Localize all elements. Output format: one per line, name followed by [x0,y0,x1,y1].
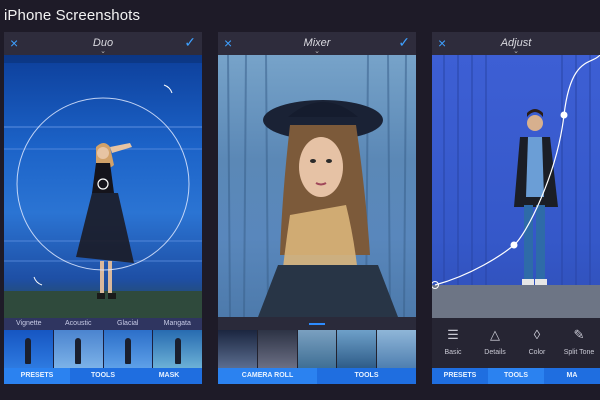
camera-roll-thumbnail[interactable] [297,330,337,368]
mixer-tab-bar: CAMERA ROLL TOOLS [218,368,416,384]
filter-thumbnail[interactable] [4,330,53,368]
tool-color[interactable]: ◊ Color [516,318,558,368]
tab-tools[interactable]: TOOLS [70,368,136,384]
camera-roll-thumbnail[interactable] [218,330,257,368]
filter-thumbnail[interactable] [103,330,153,368]
check-icon[interactable]: ✓ [184,34,196,51]
camera-roll-thumbnail[interactable] [257,330,297,368]
tool-split-tone[interactable]: ✎ Split Tone [558,318,600,368]
tool-basic-label: Basic [444,349,462,356]
tab-camera-roll[interactable]: CAMERA ROLL [218,368,317,384]
tool-basic[interactable]: ☰ Basic [432,318,474,368]
mixer-photo [218,55,416,317]
filter-thumbnail[interactable] [153,330,202,368]
camera-roll-thumbnails [218,330,416,368]
sliders-icon: ☰ [447,327,459,342]
chevron-down-icon[interactable]: ⌄ [513,47,519,55]
adjust-photo [432,55,600,318]
camera-roll-thumbnail[interactable] [377,330,416,368]
duo-top-bar: × Duo ⌄ ✓ [4,32,202,55]
camera-roll-thumbnail[interactable] [337,330,377,368]
figure-silhouette [25,338,32,364]
tool-split-tone-label: Split Tone [563,349,595,356]
tab-presets[interactable]: PRESETS [432,368,488,384]
tab-mask[interactable]: MASK [136,368,202,384]
tool-color-label: Color [528,349,546,356]
filter-label-glacial[interactable]: Glacial [103,318,153,330]
tab-tools[interactable]: TOOLS [317,368,416,384]
filter-thumbnail[interactable] [53,330,103,368]
pencil-icon: ✎ [573,327,585,342]
page-indicator [309,323,325,325]
mixer-top-bar: × Mixer ⌄ ✓ [218,32,416,55]
filter-label-row: Vignette Acoustic Glacial Mangata [4,318,202,330]
adjust-top-bar: × Adjust ⌄ [432,32,600,55]
adjust-tab-bar: PRESETS TOOLS MA [432,368,600,384]
triangle-icon: △ [490,327,500,342]
check-icon[interactable]: ✓ [398,34,410,51]
filter-label-acoustic[interactable]: Acoustic [54,318,104,330]
tab-presets[interactable]: PRESETS [4,368,70,384]
chevron-down-icon[interactable]: ⌄ [314,47,320,55]
phone-adjust-screenshot: × Adjust ⌄ ☰ Basic △ Details ◊ Color ✎ S… [432,32,600,384]
figure-silhouette [75,338,82,364]
filter-label-vignette[interactable]: Vignette [4,318,54,330]
filter-label-mangata[interactable]: Mangata [153,318,203,330]
duo-photo [4,55,202,318]
drop-icon: ◊ [533,327,541,342]
page-title: iPhone Screenshots [4,7,141,24]
chevron-down-icon[interactable]: ⌄ [100,47,106,55]
phone-duo-screenshot: × Duo ⌄ ✓ Vignette Acoustic Glacial Mang… [4,32,202,384]
phone-mixer-screenshot: × Mixer ⌄ ✓ CAMERA ROLL TOOLS [218,32,416,384]
tab-mask[interactable]: MA [544,368,600,384]
figure-silhouette [124,338,131,364]
tab-tools[interactable]: TOOLS [488,368,544,384]
filter-thumbnails [4,330,202,368]
tool-details[interactable]: △ Details [474,318,516,368]
figure-silhouette [174,338,181,364]
tool-details-label: Details [484,349,506,356]
duo-tab-bar: PRESETS TOOLS MASK [4,368,202,384]
adjust-tools-row: ☰ Basic △ Details ◊ Color ✎ Split Tone [432,318,600,368]
